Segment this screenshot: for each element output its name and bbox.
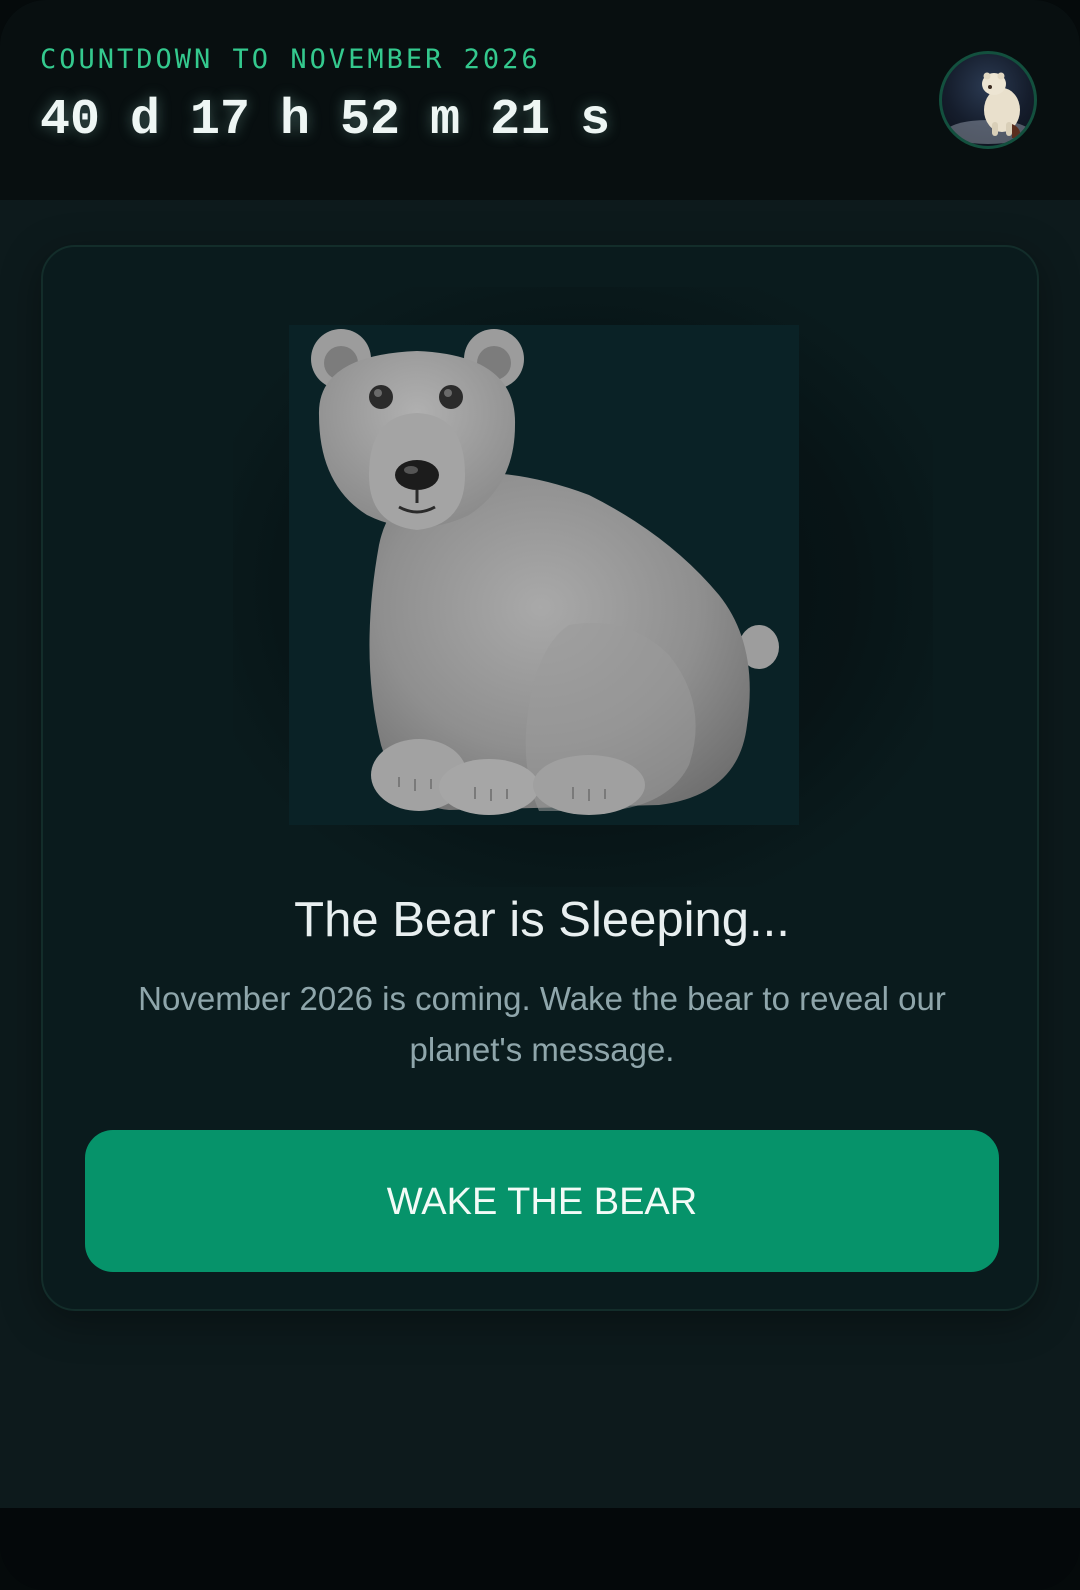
- card-description: November 2026 is coming. Wake the bear t…: [138, 980, 946, 1068]
- bottom-bar: [0, 1508, 1080, 1590]
- countdown-header: COUNTDOWN TO NOVEMBER 2026 40 d 17 h 52 …: [0, 0, 1080, 200]
- main-content: The Bear is Sleeping... November 2026 is…: [0, 200, 1080, 1508]
- polar-bear-icon: [946, 72, 1030, 144]
- avatar[interactable]: [939, 51, 1037, 149]
- polar-bear-icon: [311, 329, 779, 815]
- wake-the-bear-button[interactable]: WAKE THE BEAR: [85, 1130, 999, 1272]
- countdown-timer: 40 d 17 h 52 m 21 s: [40, 92, 611, 149]
- card-title: The Bear is Sleeping...: [294, 893, 790, 947]
- bear-illustration: [289, 325, 799, 825]
- countdown-label: COUNTDOWN TO NOVEMBER 2026: [40, 44, 541, 75]
- app-screen: COUNTDOWN TO NOVEMBER 2026 40 d 17 h 52 …: [0, 0, 1080, 1590]
- bear-card: The Bear is Sleeping... November 2026 is…: [41, 245, 1039, 1311]
